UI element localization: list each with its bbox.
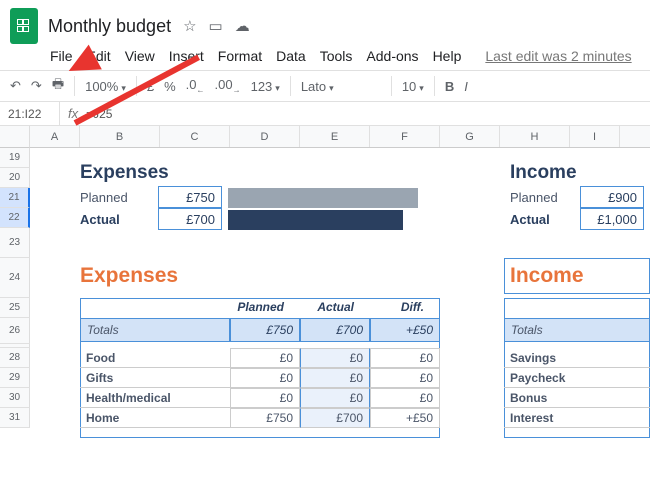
income-totals-label: Totals — [504, 318, 650, 342]
inc-actual-value: £1,000 — [580, 208, 644, 230]
bar-planned — [228, 188, 418, 208]
inc-actual-label: Actual — [510, 212, 550, 227]
col-diff: Diff. — [370, 300, 430, 314]
menu-tools[interactable]: Tools — [320, 48, 353, 64]
document-title[interactable]: Monthly budget — [48, 16, 171, 37]
number-format-dropdown[interactable]: 123 — [251, 79, 280, 94]
column-headers[interactable]: A B C D E F G H I — [30, 126, 650, 148]
actual-label: Actual — [80, 212, 120, 227]
menu-insert[interactable]: Insert — [169, 48, 204, 64]
col-planned: Planned — [230, 300, 290, 314]
sheets-logo-icon[interactable] — [10, 8, 38, 44]
toolbar: ↶ ↷ 🖶 100% £ % .0← .00→ 123 Lato 10 B I — [0, 70, 650, 102]
formula-bar[interactable]: =J25 — [86, 107, 112, 121]
undo-icon[interactable]: ↶ — [10, 78, 21, 94]
planned-label: Planned — [80, 190, 128, 205]
cloud-icon[interactable]: ☁ — [235, 17, 250, 35]
totals-label: Totals — [80, 318, 230, 342]
last-edit-link[interactable]: Last edit was 2 minutes — [485, 48, 631, 64]
menu-view[interactable]: View — [125, 48, 155, 64]
menu-edit[interactable]: Edit — [87, 48, 111, 64]
menu-help[interactable]: Help — [433, 48, 462, 64]
bold-button[interactable]: B — [445, 79, 454, 94]
redo-icon[interactable]: ↷ — [31, 78, 42, 94]
exp-planned-value: £750 — [158, 186, 222, 208]
menu-addons[interactable]: Add-ons — [366, 48, 418, 64]
row-headers[interactable]: 19 20 21 22 23 24 25 26 28 29 30 31 — [0, 126, 30, 428]
currency-button[interactable]: £ — [147, 79, 154, 94]
exp-actual-value: £700 — [158, 208, 222, 230]
bar-actual — [228, 210, 403, 230]
col-actual: Actual — [300, 300, 360, 314]
income-table-title: Income — [510, 264, 584, 288]
income-heading: Income — [510, 162, 577, 184]
inc-planned-label: Planned — [510, 190, 558, 205]
menu-bar: File Edit View Insert Format Data Tools … — [0, 44, 650, 70]
menu-format[interactable]: Format — [218, 48, 262, 64]
spreadsheet-cells[interactable]: Expenses Income Planned £750 Planned £90… — [30, 148, 650, 428]
inc-planned-value: £900 — [580, 186, 644, 208]
zoom-dropdown[interactable]: 100% — [85, 79, 126, 94]
name-box[interactable]: 21:I22 — [0, 102, 60, 125]
print-icon[interactable]: 🖶 — [52, 75, 64, 97]
move-icon[interactable]: ▭ — [209, 17, 223, 35]
star-icon[interactable]: ☆ — [183, 17, 196, 35]
fx-icon: fx — [60, 106, 86, 121]
increase-decimal-button[interactable]: .00→ — [215, 77, 241, 95]
expenses-heading: Expenses — [80, 162, 169, 184]
decrease-decimal-button[interactable]: .0← — [186, 77, 205, 95]
expenses-table-title: Expenses — [80, 264, 178, 288]
font-dropdown[interactable]: Lato — [301, 79, 381, 94]
font-size-dropdown[interactable]: 10 — [402, 79, 424, 94]
percent-button[interactable]: % — [164, 79, 176, 94]
menu-data[interactable]: Data — [276, 48, 306, 64]
menu-file[interactable]: File — [50, 48, 73, 64]
italic-button[interactable]: I — [464, 79, 468, 94]
